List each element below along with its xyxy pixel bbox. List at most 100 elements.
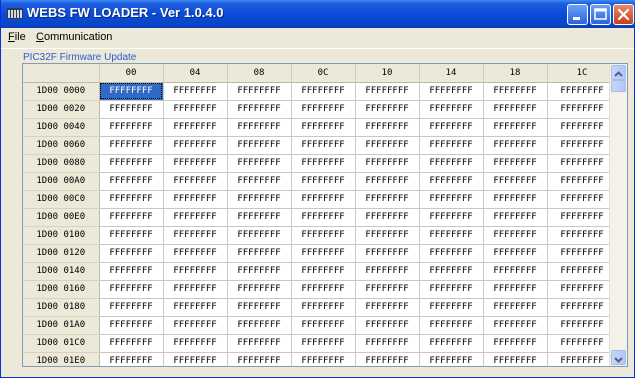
memory-cell[interactable]: FFFFFFFF — [227, 172, 292, 191]
memory-cell[interactable]: FFFFFFFF — [99, 352, 164, 366]
memory-cell[interactable]: FFFFFFFF — [355, 100, 420, 119]
memory-cell[interactable]: FFFFFFFF — [227, 100, 292, 119]
memory-cell[interactable]: FFFFFFFF — [227, 262, 292, 281]
row-address[interactable]: 1D00 0100 — [23, 226, 100, 245]
row-address[interactable]: 1D00 0080 — [23, 154, 100, 173]
row-address[interactable]: 1D00 00A0 — [23, 172, 100, 191]
memory-cell[interactable]: FFFFFFFF — [483, 298, 548, 317]
memory-cell[interactable]: FFFFFFFF — [163, 154, 228, 173]
column-header[interactable]: 04 — [163, 64, 228, 83]
memory-cell[interactable]: FFFFFFFF — [99, 262, 164, 281]
memory-cell[interactable]: FFFFFFFF — [419, 244, 484, 263]
row-address[interactable]: 1D00 0160 — [23, 280, 100, 299]
row-address[interactable]: 1D00 0040 — [23, 118, 100, 137]
memory-grid[interactable]: 00 04 08 0C 10 14 18 1C 1D00 0000 FFFFFFFF FFFFFF… — [22, 63, 628, 367]
memory-cell[interactable]: FFFFFFFF — [483, 154, 548, 173]
memory-cell[interactable]: FFFFFFFF — [419, 136, 484, 155]
memory-cell[interactable]: FFFFFFFF — [227, 226, 292, 245]
memory-cell[interactable]: FFFFFFFF — [99, 136, 164, 155]
row-address[interactable]: 1D00 01A0 — [23, 316, 100, 335]
row-address[interactable]: 1D00 0140 — [23, 262, 100, 281]
memory-cell[interactable]: FFFFFFFF — [547, 118, 618, 137]
memory-cell[interactable]: FFFFFFFF — [99, 208, 164, 227]
memory-cell[interactable]: FFFFFFFF — [291, 334, 356, 353]
memory-cell[interactable]: FFFFFFFF — [483, 172, 548, 191]
memory-cell[interactable]: FFFFFFFF — [291, 244, 356, 263]
memory-cell[interactable]: FFFFFFFF — [419, 118, 484, 137]
memory-cell[interactable]: FFFFFFFF — [227, 82, 292, 101]
row-address[interactable]: 1D00 0000 — [23, 82, 100, 101]
memory-cell[interactable]: FFFFFFFF — [99, 100, 164, 119]
column-header[interactable]: 0C — [291, 64, 356, 83]
menu-communication[interactable]: Communication — [36, 31, 112, 43]
memory-cell[interactable]: FFFFFFFF — [163, 316, 228, 335]
memory-cell[interactable]: FFFFFFFF — [419, 226, 484, 245]
memory-cell[interactable]: FFFFFFFF — [227, 154, 292, 173]
memory-cell[interactable]: FFFFFFFF — [483, 82, 548, 101]
memory-cell[interactable]: FFFFFFFF — [547, 208, 618, 227]
memory-cell[interactable]: FFFFFFFF — [419, 262, 484, 281]
memory-cell[interactable]: FFFFFFFF — [291, 262, 356, 281]
memory-cell[interactable]: FFFFFFFF — [99, 334, 164, 353]
row-address[interactable]: 1D00 00E0 — [23, 208, 100, 227]
memory-cell[interactable]: FFFFFFFF — [291, 136, 356, 155]
memory-cell[interactable]: FFFFFFFF — [163, 118, 228, 137]
memory-cell[interactable]: FFFFFFFF — [483, 190, 548, 209]
memory-cell[interactable]: FFFFFFFF — [547, 136, 618, 155]
memory-cell[interactable]: FFFFFFFF — [227, 352, 292, 366]
maximize-button[interactable] — [590, 4, 611, 25]
title-bar[interactable]: WEBS FW LOADER - Ver 1.0.4.0 — [1, 0, 635, 28]
memory-cell[interactable]: FFFFFFFF — [355, 118, 420, 137]
row-address[interactable]: 1D00 01C0 — [23, 334, 100, 353]
memory-cell[interactable]: FFFFFFFF — [547, 316, 618, 335]
memory-cell[interactable]: FFFFFFFF — [419, 352, 484, 366]
memory-cell[interactable]: FFFFFFFF — [291, 226, 356, 245]
column-header[interactable]: 18 — [483, 64, 548, 83]
column-header[interactable]: 14 — [419, 64, 484, 83]
memory-cell[interactable]: FFFFFFFF — [99, 172, 164, 191]
memory-cell[interactable]: FFFFFFFF — [291, 208, 356, 227]
memory-cell[interactable]: FFFFFFFF — [355, 226, 420, 245]
memory-cell[interactable]: FFFFFFFF — [163, 100, 228, 119]
memory-cell[interactable]: FFFFFFFF — [483, 334, 548, 353]
memory-cell[interactable]: FFFFFFFF — [163, 226, 228, 245]
memory-cell[interactable]: FFFFFFFF — [547, 280, 618, 299]
memory-cell[interactable]: FFFFFFFF — [355, 190, 420, 209]
memory-cell[interactable]: FFFFFFFF — [227, 136, 292, 155]
memory-cell[interactable]: FFFFFFFF — [227, 316, 292, 335]
row-address[interactable]: 1D00 01E0 — [23, 352, 100, 366]
memory-cell[interactable]: FFFFFFFF — [291, 316, 356, 335]
memory-cell[interactable]: FFFFFFFF — [227, 244, 292, 263]
memory-cell[interactable]: FFFFFFFF — [547, 298, 618, 317]
memory-cell[interactable]: FFFFFFFF — [163, 334, 228, 353]
memory-cell[interactable]: FFFFFFFF — [355, 280, 420, 299]
column-header[interactable]: 08 — [227, 64, 292, 83]
memory-cell[interactable]: FFFFFFFF — [163, 298, 228, 317]
memory-cell[interactable]: FFFFFFFF — [419, 82, 484, 101]
memory-cell[interactable]: FFFFFFFF — [483, 316, 548, 335]
memory-cell[interactable]: FFFFFFFF — [99, 244, 164, 263]
minimize-button[interactable] — [567, 4, 588, 25]
memory-cell[interactable]: FFFFFFFF — [483, 100, 548, 119]
memory-cell[interactable]: FFFFFFFF — [483, 208, 548, 227]
memory-cell[interactable]: FFFFFFFF — [419, 190, 484, 209]
memory-cell[interactable]: FFFFFFFF — [419, 334, 484, 353]
memory-cell[interactable]: FFFFFFFF — [355, 352, 420, 366]
memory-cell[interactable]: FFFFFFFF — [163, 244, 228, 263]
column-header[interactable]: 10 — [355, 64, 420, 83]
vertical-scrollbar[interactable] — [609, 64, 627, 366]
memory-cell[interactable]: FFFFFFFF — [547, 244, 618, 263]
column-header[interactable]: 00 — [99, 64, 164, 83]
memory-cell[interactable]: FFFFFFFF — [483, 244, 548, 263]
memory-cell[interactable]: FFFFFFFF — [355, 298, 420, 317]
scroll-up-button[interactable] — [611, 65, 626, 80]
memory-cell[interactable]: FFFFFFFF — [99, 298, 164, 317]
memory-cell[interactable]: FFFFFFFF — [547, 334, 618, 353]
menu-file[interactable]: File — [8, 31, 26, 43]
memory-cell[interactable]: FFFFFFFF — [483, 280, 548, 299]
row-address[interactable]: 1D00 0120 — [23, 244, 100, 263]
memory-cell[interactable]: FFFFFFFF — [483, 226, 548, 245]
memory-cell[interactable]: FFFFFFFF — [163, 262, 228, 281]
memory-cell[interactable]: FFFFFFFF — [355, 136, 420, 155]
scroll-down-button[interactable] — [611, 350, 626, 365]
